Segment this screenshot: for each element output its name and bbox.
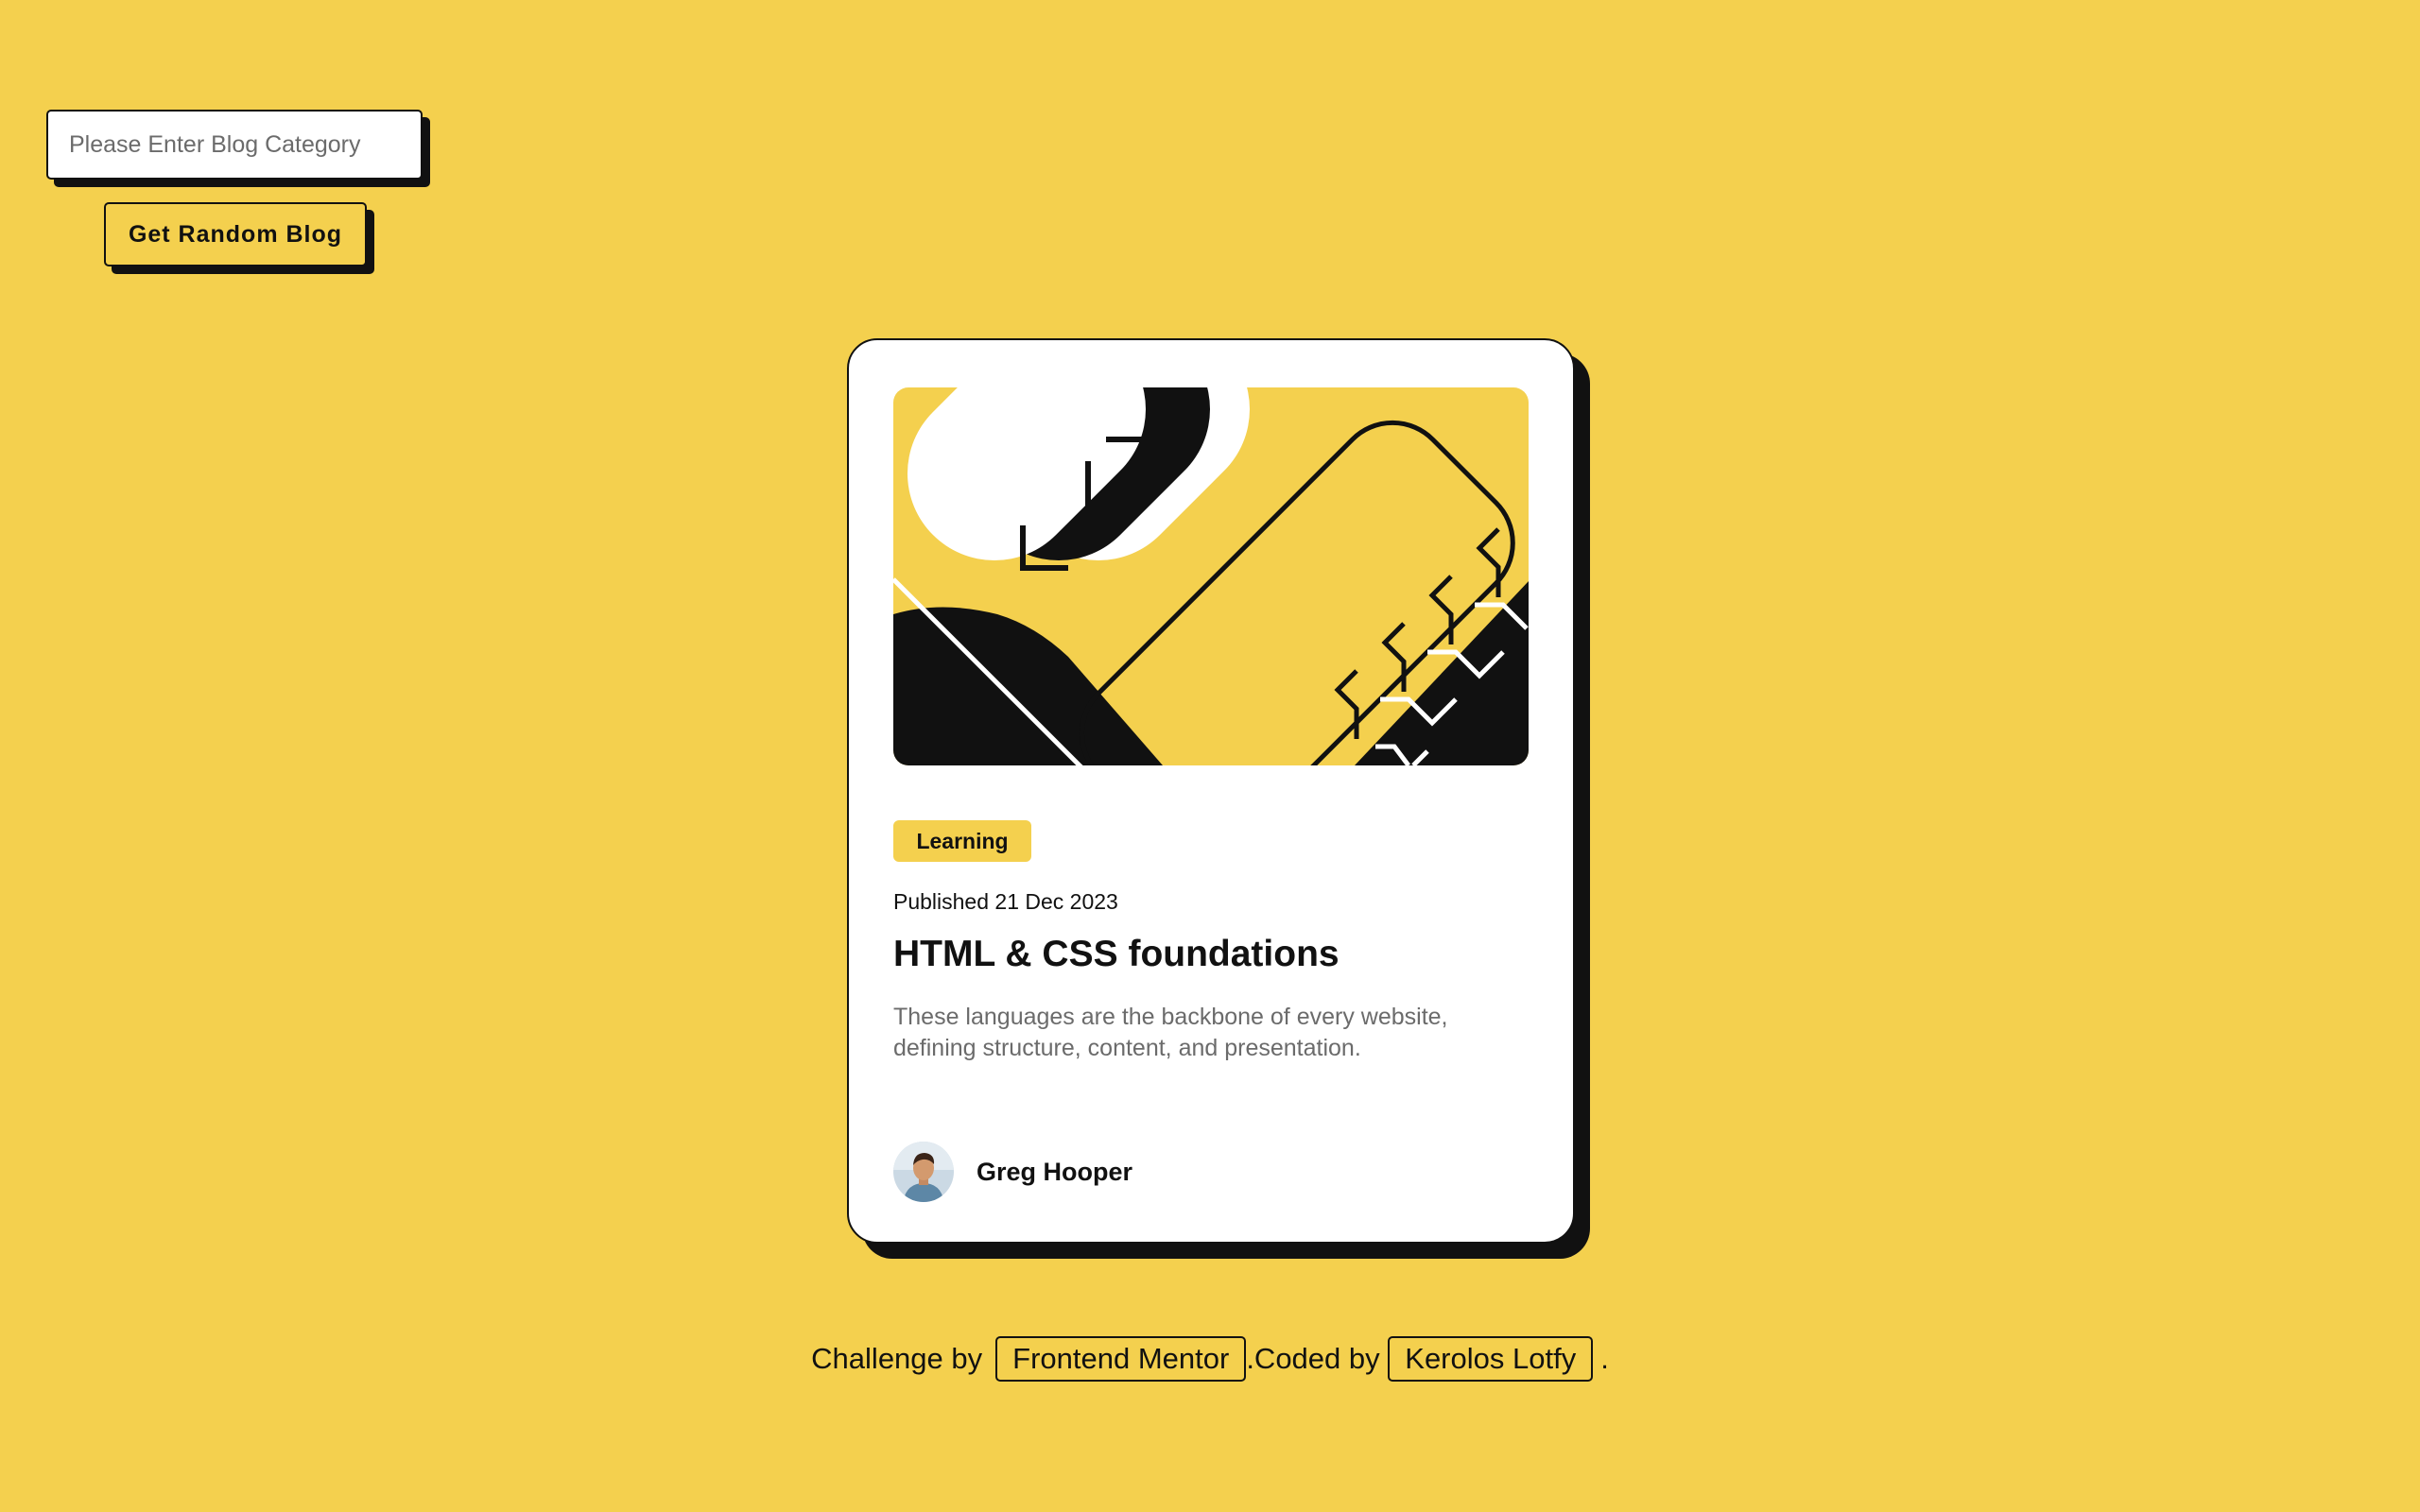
blog-title[interactable]: HTML & CSS foundations: [893, 930, 1340, 979]
attribution-middle: .Coded by: [1246, 1342, 1380, 1375]
author-name: Greg Hooper: [977, 1157, 1133, 1186]
attribution: Challenge by Frontend Mentor .Coded by Ker…: [0, 1335, 2420, 1383]
category-search-input[interactable]: [67, 129, 421, 160]
author-link[interactable]: Kerolos Lotfy: [1388, 1336, 1594, 1382]
avatar-icon: [893, 1142, 954, 1202]
blog-illustration-icon: [893, 387, 1529, 765]
blog-illustration: [893, 387, 1529, 765]
category-search-box[interactable]: [46, 110, 423, 180]
blog-description: These languages are the backbone of ever…: [893, 1004, 1448, 1061]
attribution-prefix: Challenge by: [811, 1342, 983, 1375]
author-avatar: [893, 1142, 954, 1202]
attribution-suffix: .: [1600, 1342, 1609, 1375]
author-info: Greg Hooper: [893, 1142, 1132, 1202]
frontend-mentor-link[interactable]: Frontend Mentor: [995, 1336, 1247, 1382]
blog-preview-card: Learning Published 21 Dec 2023 HTML & CS…: [847, 338, 1575, 1244]
published-date: Published 21 Dec 2023: [893, 889, 1118, 914]
category-badge: Learning: [893, 820, 1031, 862]
get-random-blog-button[interactable]: Get Random Blog: [104, 202, 367, 266]
